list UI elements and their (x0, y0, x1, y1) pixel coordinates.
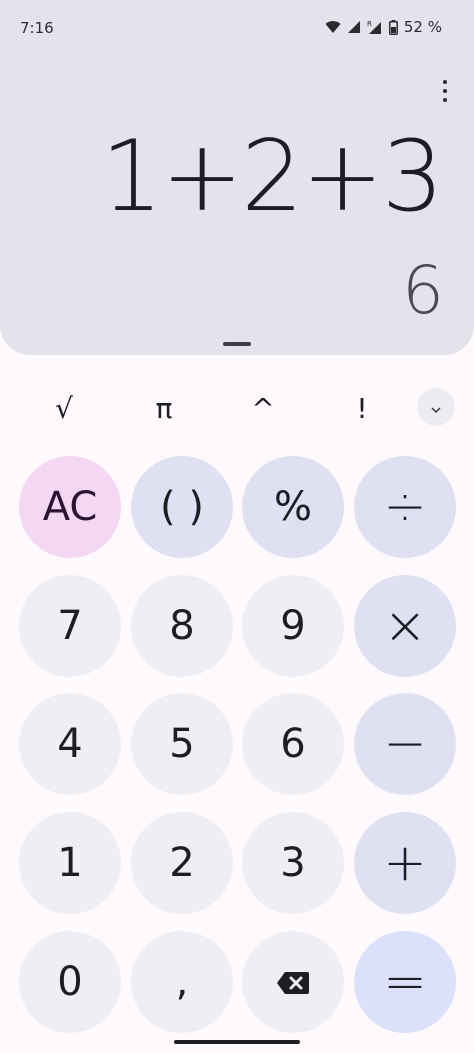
result-display: 6 (402, 252, 444, 329)
digit-8-button[interactable]: 8 (131, 575, 233, 677)
equals-label: = (383, 952, 427, 1012)
gesture-nav-bar[interactable] (174, 1040, 300, 1044)
expand-button[interactable] (417, 388, 455, 426)
digit-4-button[interactable]: 4 (19, 693, 121, 795)
pi-button[interactable]: π (124, 380, 204, 436)
scientific-row: √ π ^ ! (0, 380, 474, 436)
drag-handle[interactable] (223, 342, 251, 346)
battery-icon (388, 19, 398, 35)
digit-7-button[interactable]: 7 (19, 575, 121, 677)
wifi-icon (325, 20, 341, 34)
minus-label: − (383, 714, 427, 774)
multiply-button[interactable]: × (354, 575, 456, 677)
chevron-down-icon (431, 398, 441, 417)
digit-5-button[interactable]: 5 (131, 693, 233, 795)
plus-label: + (383, 833, 427, 893)
status-time: 7:16 (20, 19, 54, 37)
divide-label: ÷ (383, 477, 427, 537)
backspace-icon (276, 959, 310, 1005)
plus-button[interactable]: + (354, 812, 456, 914)
clear-button[interactable]: AC (19, 456, 121, 558)
minus-button[interactable]: − (354, 693, 456, 795)
sqrt-button[interactable]: √ (24, 380, 104, 436)
roaming-signal-icon: R (367, 19, 383, 35)
more-options-icon[interactable] (436, 80, 454, 102)
factorial-button[interactable]: ! (322, 380, 402, 436)
status-bar: 7:16 R 52 % (0, 0, 474, 58)
digit-6-button[interactable]: 6 (242, 693, 344, 795)
svg-text:R: R (367, 20, 372, 28)
expression-display: 1+2+3 (100, 120, 444, 234)
status-icons: R 52 % (325, 18, 442, 36)
equals-button[interactable]: = (354, 931, 456, 1033)
decimal-button[interactable]: , (131, 931, 233, 1033)
backspace-button[interactable] (242, 931, 344, 1033)
digit-3-button[interactable]: 3 (242, 812, 344, 914)
digit-0-button[interactable]: 0 (19, 931, 121, 1033)
parentheses-button[interactable]: ( ) (131, 456, 233, 558)
percent-button[interactable]: % (242, 456, 344, 558)
digit-1-button[interactable]: 1 (19, 812, 121, 914)
signal-icon (347, 20, 361, 34)
display-panel: 7:16 R 52 % 1+2+3 6 (0, 0, 474, 355)
battery-percent: 52 % (403, 18, 442, 36)
digit-9-button[interactable]: 9 (242, 575, 344, 677)
divide-button[interactable]: ÷ (354, 456, 456, 558)
multiply-label: × (383, 596, 427, 656)
digit-2-button[interactable]: 2 (131, 812, 233, 914)
power-button[interactable]: ^ (223, 380, 303, 436)
